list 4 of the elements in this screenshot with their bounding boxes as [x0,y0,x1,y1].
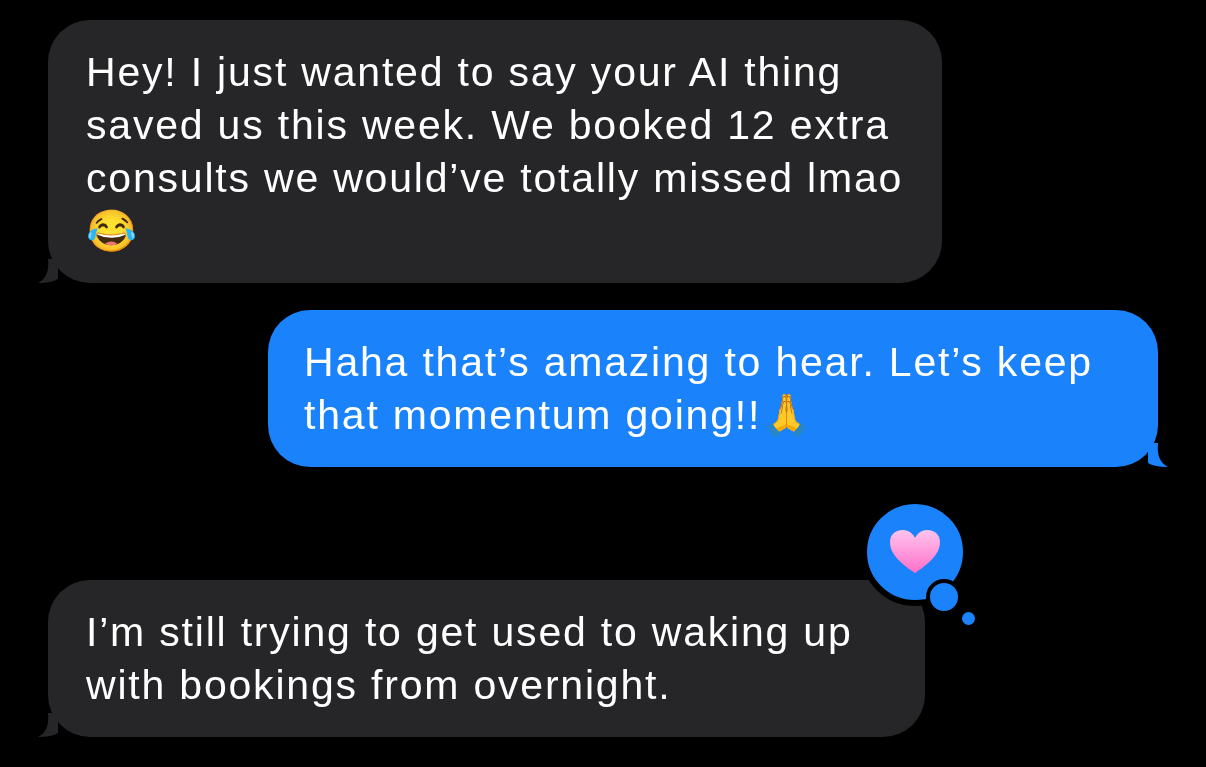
heart-icon [889,529,941,575]
message-text: Hey! I just wanted to say your AI thing saved us this week. We booked 12 extra consults we would’ve totally missed lmao 😂 [86,49,904,254]
message-text: I’m still trying to get used to waking up with bookings from overnight. [86,609,853,708]
message-text: Haha that’s amazing to hear. Let’s keep that momentum going!!🙏 [304,339,1093,438]
